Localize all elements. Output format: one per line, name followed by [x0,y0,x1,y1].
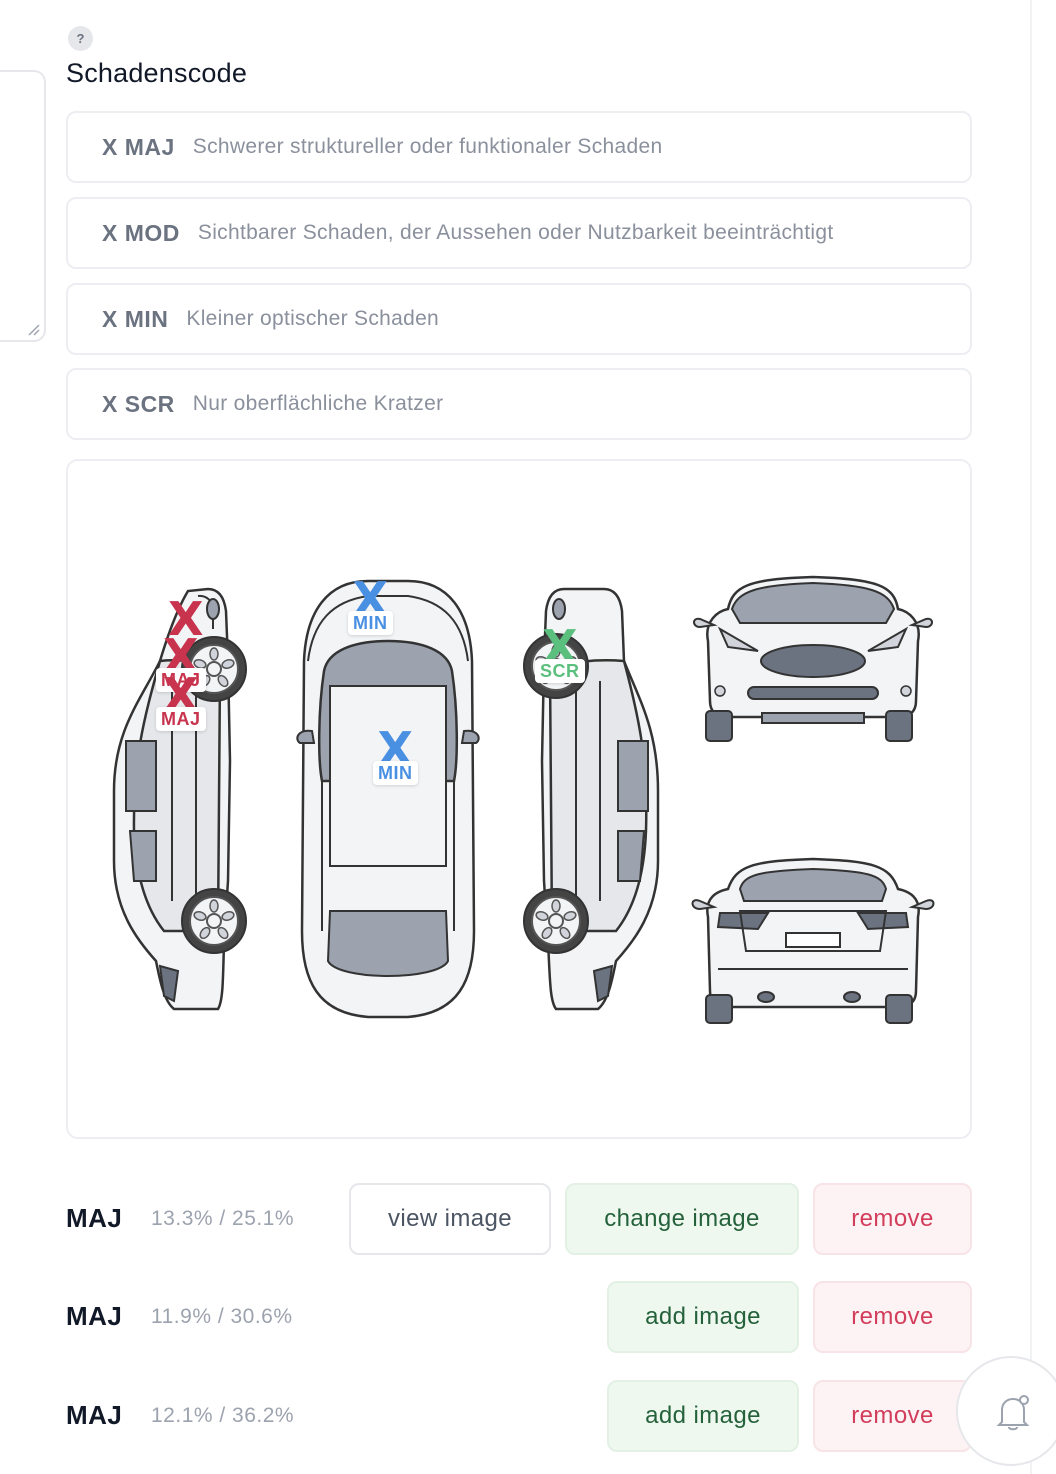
code-key: X SCR [102,390,175,417]
marker-label: MAJ [156,707,206,731]
damage-marker-min[interactable]: X MIN [348,576,393,635]
notification-button[interactable] [956,1356,1056,1466]
add-image-button[interactable]: add image [607,1281,799,1353]
code-option-mod[interactable]: X MOD Sichtbarer Schaden, der Aussehen o… [66,197,972,269]
car-front-view [693,575,933,742]
damage-code: MAJ [66,1203,123,1233]
code-option-scr[interactable]: X SCR Nur oberflächliche Kratzer [66,368,972,440]
car-rear-view [691,857,935,1024]
marker-label: MIN [373,761,418,785]
damage-row: MAJ 13.3% / 25.1% view image change imag… [66,1183,972,1255]
code-option-maj[interactable]: X MAJ Schwerer struktureller oder funkti… [66,111,972,183]
damage-marker-maj[interactable]: X MAJ [156,672,206,731]
code-description: Schwerer struktureller oder funktionaler… [192,135,663,158]
damage-marker-min[interactable]: X MIN [373,726,418,785]
damage-position: 13.3% / 25.1% [151,1207,295,1230]
remove-button[interactable]: remove [813,1380,972,1452]
panel-divider [1030,0,1032,1474]
damage-marker-scr[interactable]: X SCR [535,624,585,683]
marker-label: SCR [535,659,585,683]
add-image-button[interactable]: add image [607,1380,799,1452]
damage-code: MAJ [66,1301,123,1331]
code-key: X MOD [102,219,180,246]
code-key: X MIN [102,305,169,332]
vehicle-damage-diagram[interactable]: X X MAJ X MAJ X MIN X MIN X SCR [66,459,972,1139]
notes-textarea[interactable] [0,70,46,342]
damage-code: MAJ [66,1400,123,1430]
remove-button[interactable]: remove [813,1183,972,1255]
car-top-view [296,579,480,1019]
change-image-button[interactable]: change image [565,1183,799,1255]
resize-grip-icon[interactable] [28,324,40,336]
code-description: Sichtbarer Schaden, der Aussehen oder Nu… [197,221,834,244]
code-option-min[interactable]: X MIN Kleiner optischer Schaden [66,283,972,355]
code-key: X MAJ [102,133,175,160]
code-description: Kleiner optischer Schaden [186,307,440,330]
damage-row: MAJ 12.1% / 36.2% add image remove [66,1380,972,1452]
question-icon[interactable]: ? [68,26,93,51]
damage-position: 12.1% / 36.2% [151,1404,295,1427]
marker-label: MIN [348,611,393,635]
damage-row: MAJ 11.9% / 30.6% add image remove [66,1281,972,1353]
code-description: Nur oberflächliche Kratzer [192,392,444,415]
view-image-button[interactable]: view image [349,1183,551,1255]
section-title: Schadenscode [66,58,248,88]
bell-icon [996,1395,1030,1431]
car-outline-illustration [112,575,935,1024]
remove-button[interactable]: remove [813,1281,972,1353]
damage-position: 11.9% / 30.6% [151,1305,293,1328]
